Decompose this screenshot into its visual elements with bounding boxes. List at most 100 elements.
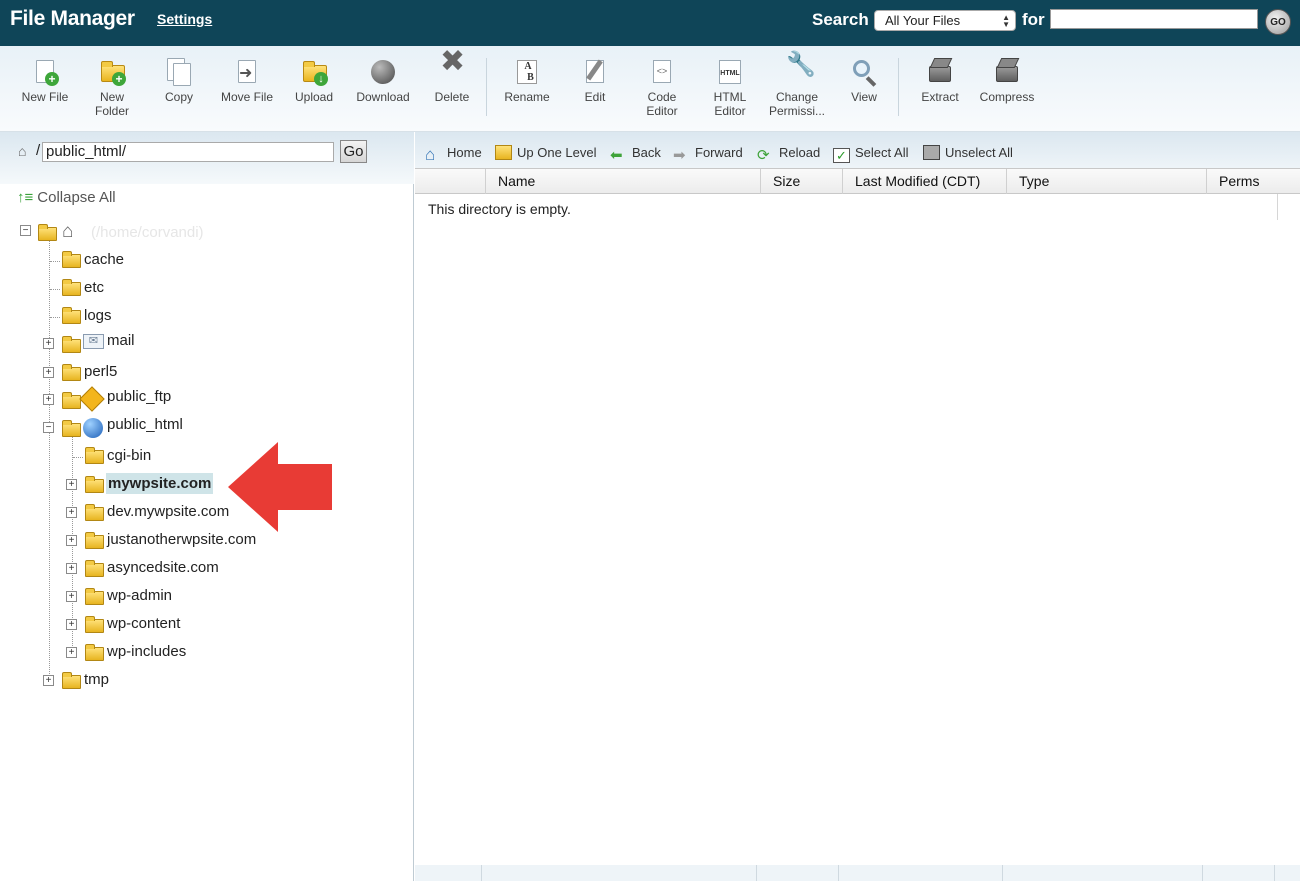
home-icon[interactable]: ⌂ <box>18 143 26 159</box>
unselect-all-button[interactable]: Unselect All <box>923 145 1013 160</box>
column-header-type[interactable]: Type <box>1006 169 1206 194</box>
home-button[interactable]: ⌂ Home <box>425 145 482 164</box>
path-root-slash: / <box>36 142 41 159</box>
tree-node-etc[interactable]: etc <box>60 279 260 301</box>
change-permissions-label-1: Change <box>775 90 819 104</box>
tree-connector <box>49 240 50 686</box>
tree-label-public-html: public_html <box>107 416 183 433</box>
globe-icon <box>83 418 103 438</box>
search-scope-select[interactable]: All Your Files ▲ ▼ <box>874 10 1016 31</box>
toolbar: + New File + New Folder Copy ➜ Move File… <box>0 46 1300 132</box>
navigation-bar: ⌂ Home Up One Level ⬅ Back ➡ Forward ⟳ Reloa… <box>415 132 1300 168</box>
new-folder-button[interactable]: + New Folder <box>88 58 136 118</box>
reload-button[interactable]: ⟳ Reload <box>757 145 820 163</box>
folder-icon <box>85 616 104 633</box>
tree-node-wp-includes[interactable]: + wp-includes <box>66 643 266 665</box>
expand-icon[interactable]: + <box>66 591 77 602</box>
new-file-icon: + <box>31 58 59 86</box>
tree-root-label: (/home/corvandi) <box>91 224 204 241</box>
delete-button[interactable]: ✖ Delete <box>430 47 474 105</box>
tree-node-perl5[interactable]: + perl5 <box>43 363 243 385</box>
table-footer-grid <box>415 865 1300 881</box>
expand-icon[interactable]: + <box>66 507 77 518</box>
column-header-icon[interactable] <box>415 169 485 194</box>
home-icon: ⌂ <box>425 145 436 164</box>
tree-node-wp-content[interactable]: + wp-content <box>66 615 266 637</box>
tree-connector <box>50 289 60 290</box>
toolbar-separator <box>486 58 487 116</box>
tree-label-public-ftp: public_ftp <box>107 388 172 405</box>
settings-link[interactable]: Settings <box>157 11 212 27</box>
folder-icon <box>85 588 104 605</box>
folder-open-icon <box>38 224 57 241</box>
tree-node-mail[interactable]: + ✉ mail <box>43 332 243 354</box>
tree-node-asyncedsite[interactable]: + asyncedsite.com <box>66 559 306 581</box>
copy-button[interactable]: Copy <box>158 58 200 104</box>
tree-node-public-ftp[interactable]: + public_ftp <box>43 386 243 412</box>
tree-label-cache: cache <box>84 251 125 268</box>
expand-icon[interactable]: + <box>43 338 54 349</box>
tree-node-cache[interactable]: cache <box>60 251 260 273</box>
home-icon: ⌂ <box>62 221 74 242</box>
move-file-icon: ➜ <box>233 58 261 86</box>
download-button[interactable]: Download <box>352 58 414 104</box>
app-header: File Manager Settings Search All Your Fi… <box>0 0 1300 46</box>
expand-icon[interactable]: + <box>66 479 77 490</box>
expand-icon[interactable]: + <box>66 563 77 574</box>
forward-arrow-icon: ➡ <box>673 147 686 164</box>
tree-node-logs[interactable]: logs <box>60 307 260 329</box>
ftp-icon <box>79 386 105 412</box>
column-header-perms[interactable]: Perms <box>1206 169 1278 194</box>
collapse-icon[interactable]: − <box>20 225 31 236</box>
collapse-icon[interactable]: − <box>43 422 54 433</box>
tree-node-public-html[interactable]: − public_html <box>43 416 243 438</box>
tree-node-justanotherwpsite[interactable]: + justanotherwpsite.com <box>66 531 326 553</box>
select-all-label: Select All <box>855 145 909 160</box>
expand-icon[interactable]: + <box>66 535 77 546</box>
expand-icon[interactable]: + <box>43 394 54 405</box>
tree-label-dev-mywpsite: dev.mywpsite.com <box>107 503 230 520</box>
select-all-button[interactable]: ✓ Select All <box>833 145 908 163</box>
footer-divider <box>1274 865 1275 881</box>
move-file-label: Move File <box>220 90 273 104</box>
tree-node-root[interactable]: − ⌂ (/home/corvandi) <box>20 221 320 243</box>
forward-button[interactable]: ➡ Forward <box>673 145 743 163</box>
html-editor-button[interactable]: HTML HTML Editor <box>706 58 754 118</box>
folder-open-icon <box>62 420 81 437</box>
tree-connector <box>73 457 83 458</box>
folder-tree-pane: ⌂ / public_html/ Go ↑≡ Collapse All − ⌂ (… <box>0 132 414 881</box>
up-one-level-button[interactable]: Up One Level <box>495 145 597 160</box>
path-go-button[interactable]: Go <box>340 140 367 163</box>
search-go-button[interactable]: GO <box>1265 9 1291 35</box>
folder-icon <box>85 532 104 549</box>
tree-node-wp-admin[interactable]: + wp-admin <box>66 587 266 609</box>
compress-button[interactable]: Compress <box>976 58 1038 104</box>
column-header-size[interactable]: Size <box>760 169 842 194</box>
column-header-name[interactable]: Name <box>485 169 760 194</box>
collapse-all-button[interactable]: ↑≡ Collapse All <box>17 189 116 206</box>
new-file-button[interactable]: + New File <box>18 58 72 104</box>
back-button[interactable]: ⬅ Back <box>610 145 661 163</box>
expand-icon[interactable]: + <box>43 367 54 378</box>
change-permissions-button[interactable]: 🔧 Change Permissi... <box>764 53 830 119</box>
compress-box-icon <box>993 58 1021 86</box>
rename-button[interactable]: A B Rename <box>500 58 554 104</box>
search-input[interactable] <box>1050 9 1258 29</box>
move-file-button[interactable]: ➜ Move File <box>217 58 277 104</box>
tree-node-tmp[interactable]: + tmp <box>43 671 243 693</box>
path-input[interactable]: public_html/ <box>42 142 334 162</box>
code-editor-button[interactable]: <> Code Editor <box>638 58 686 118</box>
toolbar-separator <box>898 58 899 116</box>
view-button[interactable]: View <box>844 58 884 104</box>
tree-label-asyncedsite: asyncedsite.com <box>107 559 219 576</box>
upload-button[interactable]: ↓ Upload <box>290 58 338 104</box>
extract-button[interactable]: Extract <box>914 58 966 104</box>
envelope-icon: ✉ <box>83 334 104 349</box>
column-header-last-modified[interactable]: Last Modified (CDT) <box>842 169 1006 194</box>
back-arrow-icon: ⬅ <box>610 147 623 164</box>
file-table-header: Name Size Last Modified (CDT) Type Perms <box>415 168 1300 194</box>
edit-button[interactable]: Edit <box>574 58 616 104</box>
expand-icon[interactable]: + <box>66 647 77 658</box>
expand-icon[interactable]: + <box>66 619 77 630</box>
expand-icon[interactable]: + <box>43 675 54 686</box>
